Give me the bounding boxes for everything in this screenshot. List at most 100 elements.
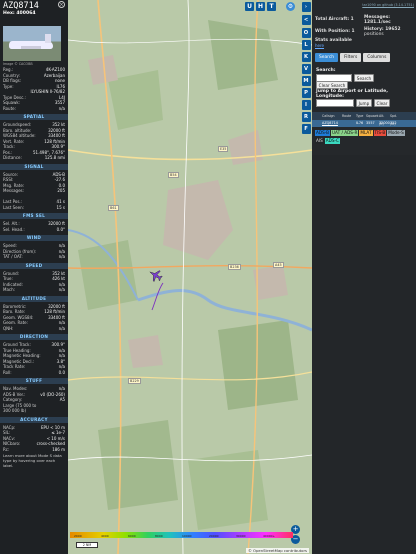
stuff-label: 300 000 lb) bbox=[3, 408, 27, 413]
map-button-h[interactable]: H bbox=[256, 2, 265, 11]
map-scale: 2 NM bbox=[76, 542, 98, 548]
history-unit: positions bbox=[364, 32, 384, 37]
table-body: AZQ8714 IL76 3557 32000 352 bbox=[312, 120, 416, 127]
direction-value: 0.0 bbox=[58, 369, 65, 375]
altitude-value: n/a bbox=[58, 325, 65, 331]
map-button-u[interactable]: U bbox=[245, 2, 254, 11]
speed-value: n/a bbox=[58, 287, 65, 292]
settings-gear-icon[interactable]: ⚙ bbox=[286, 2, 295, 11]
strip-button-i[interactable]: I bbox=[301, 100, 311, 110]
section-fmssel-heading[interactable]: FMS SEL bbox=[0, 213, 68, 219]
table-cell bbox=[342, 120, 356, 127]
table-cell: IL76 bbox=[356, 121, 364, 125]
legend-tick: 20000 bbox=[209, 533, 219, 538]
strip-button-r[interactable]: R bbox=[301, 112, 311, 122]
clear-search-button[interactable]: Clear Search bbox=[316, 81, 348, 89]
source-tag: TIS-B bbox=[373, 130, 387, 136]
legend-tick: 6000 bbox=[128, 533, 136, 538]
column-header[interactable]: Alt. (ft) bbox=[379, 112, 390, 126]
source-tag: AIS bbox=[315, 137, 324, 144]
legend-tick: 4000 bbox=[101, 533, 109, 538]
section-spatial-heading[interactable]: SPATIAL bbox=[0, 114, 68, 120]
legend-tick: 40000+ bbox=[263, 533, 276, 538]
forest-patch bbox=[208, 20, 278, 90]
footer-note: Learn more about Mode S data type by hov… bbox=[3, 453, 62, 468]
tab-filters[interactable]: Filters bbox=[340, 53, 362, 62]
stuff-row: 300 000 lb) bbox=[0, 408, 68, 414]
strip-button-k[interactable]: K bbox=[301, 52, 311, 62]
column-header[interactable]: Spd. (kt) bbox=[390, 112, 401, 126]
section-signal-heading[interactable]: SIGNAL bbox=[0, 163, 68, 170]
fmssel-label: Sel. Head.: bbox=[3, 226, 25, 232]
search-button[interactable]: Search bbox=[354, 74, 374, 82]
detail-value: n/a bbox=[58, 105, 65, 111]
strip-button-collapse[interactable]: < bbox=[301, 15, 311, 25]
section-stuff-heading[interactable]: STUFF bbox=[0, 378, 68, 384]
wind-label: TAT / OAT: bbox=[3, 254, 23, 259]
map-view[interactable]: E35 B54 B61 B236 A45 B229 U H T ⚙ + − 2000 400… bbox=[68, 0, 312, 554]
table-cell: AZQ8714 bbox=[322, 121, 338, 125]
source-tag: Mode-S bbox=[387, 130, 405, 136]
table-header: Callsign Route Type Squawk Alt. (ft) Spd. (kt… bbox=[312, 112, 416, 126]
map-button-t[interactable]: T bbox=[267, 2, 276, 11]
tab-columns[interactable]: Columns bbox=[363, 53, 391, 62]
aircraft-info-panel: AZQ8714 Hex: 400064 × Image © CACOBB Reg… bbox=[0, 0, 68, 554]
legend-tick: 30000 bbox=[236, 533, 246, 538]
column-header[interactable]: Route bbox=[342, 112, 356, 120]
field-patch bbox=[188, 450, 268, 530]
sidebar-tabs: Search Filters Columns bbox=[315, 53, 391, 62]
table-cell: 32000 bbox=[379, 121, 390, 125]
section-accuracy-heading[interactable]: ACCURACY bbox=[0, 416, 68, 423]
stats-link[interactable]: here bbox=[315, 43, 324, 48]
field-patch bbox=[78, 240, 138, 310]
map-canvas bbox=[68, 0, 312, 554]
forest-patch bbox=[98, 420, 178, 510]
total-aircraft: Total Aircraft: 1 bbox=[315, 17, 354, 22]
accuracy-value: 186 m bbox=[52, 446, 65, 452]
column-header[interactable]: Type bbox=[356, 112, 366, 120]
strip-button-p[interactable]: P bbox=[301, 88, 311, 98]
strip-button-l[interactable]: L bbox=[301, 40, 311, 50]
signal-row: Last Seen: 15 s bbox=[0, 205, 68, 211]
column-header[interactable] bbox=[312, 112, 322, 120]
search-label: Search: bbox=[316, 68, 336, 73]
table-row[interactable]: AZQ8714 IL76 3557 32000 352 bbox=[312, 120, 416, 127]
plane-wing bbox=[21, 46, 41, 49]
source-tag: MLAT bbox=[359, 130, 373, 136]
jump-label: Jump to Airport or Latitude, Longitude: bbox=[316, 89, 388, 100]
section-speed-heading[interactable]: SPEED bbox=[0, 262, 68, 269]
version-link[interactable]: tar1090 on github (3.14.1751) bbox=[362, 3, 414, 7]
plane-tail bbox=[45, 34, 51, 43]
detail-label: Type: bbox=[3, 83, 14, 89]
section-wind-heading[interactable]: WIND bbox=[0, 235, 68, 241]
close-icon[interactable]: × bbox=[58, 1, 65, 8]
column-header[interactable]: Squawk bbox=[366, 112, 379, 120]
jump-input[interactable] bbox=[316, 99, 354, 107]
section-direction-heading[interactable]: DIRECTION bbox=[0, 334, 68, 340]
info-sections: SPATIAL Groundspeed: 352 kt Baro. altitude:… bbox=[0, 114, 68, 452]
section-altitude-heading[interactable]: ALTITUDE bbox=[0, 295, 68, 302]
stuff-value: A5 bbox=[59, 397, 65, 402]
chevron-right-icon[interactable]: › bbox=[301, 2, 311, 12]
aircraft-callsign[interactable]: AZQ8714 bbox=[3, 1, 65, 11]
column-header[interactable]: Callsign bbox=[322, 112, 342, 120]
detail-label: Route: bbox=[3, 105, 16, 111]
with-position: With Position: 1 bbox=[315, 29, 355, 34]
strip-button-f[interactable]: F bbox=[301, 124, 311, 134]
source-tag: ADS-B bbox=[315, 130, 330, 136]
clear-button[interactable]: Clear bbox=[374, 99, 390, 107]
tab-search[interactable]: Search bbox=[315, 53, 339, 62]
strip-button-o[interactable]: O bbox=[301, 28, 311, 38]
spatial-label: Distance: bbox=[3, 155, 22, 160]
speed-label: Mach: bbox=[3, 287, 15, 292]
signal-value: 15 s bbox=[56, 204, 65, 210]
jump-button[interactable]: Jump bbox=[356, 99, 372, 107]
source-legend: ADS-B UAT / ADS-R MLAT TIS-B Mode-S AIS ADS-C bbox=[315, 130, 415, 145]
road-label: A45 bbox=[273, 262, 284, 268]
aircraft-table: Callsign Route Type Squawk Alt. (ft) Spd. (kt… bbox=[312, 112, 416, 127]
strip-button-v[interactable]: V bbox=[301, 64, 311, 74]
aircraft-photo[interactable] bbox=[3, 26, 61, 61]
wind-value: n/a bbox=[58, 254, 65, 259]
table-cell: 352 bbox=[390, 121, 397, 125]
strip-button-m[interactable]: M bbox=[301, 76, 311, 86]
